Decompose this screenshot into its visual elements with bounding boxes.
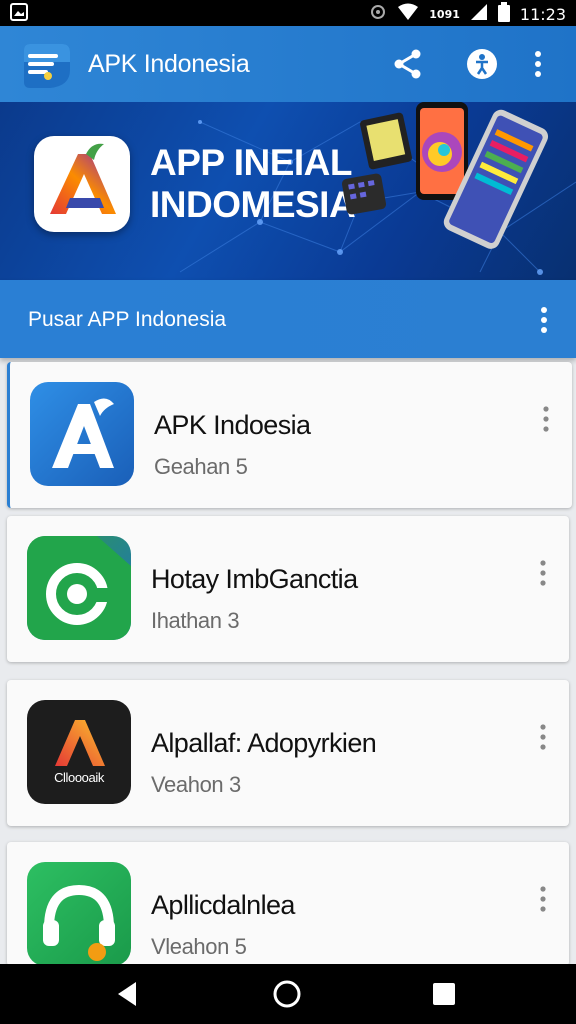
list-item[interactable]: Clloooaik Alpallaf: Adopyrkien Veahon 3	[7, 680, 569, 826]
signal-text: 1091	[429, 7, 460, 21]
list-item[interactable]: Apllicdalnlea Vleahon 5	[7, 842, 569, 966]
app-version: Geahan 5	[154, 454, 248, 479]
app-name: APK Indoesia	[154, 410, 311, 440]
app-version: Vleahon 5	[151, 934, 247, 959]
colorful-a-icon: Clloooaik	[27, 700, 131, 804]
section-title: Pusar APP Indonesia	[28, 308, 227, 331]
vibrate-icon	[369, 3, 387, 25]
battery-icon	[497, 2, 510, 26]
app-name: Apllicdalnlea	[151, 890, 295, 920]
back-icon[interactable]	[112, 978, 144, 1010]
system-nav-bar	[0, 964, 576, 1024]
item-more-icon[interactable]	[535, 722, 551, 752]
clock-text: 11:23	[519, 4, 566, 24]
home-icon[interactable]	[271, 978, 303, 1010]
status-bar: 1091 11:23	[0, 0, 576, 26]
apk-a-icon	[30, 382, 134, 486]
brand-logo-icon	[34, 136, 130, 232]
recents-icon[interactable]	[428, 978, 460, 1010]
app-name: Alpallaf: Adopyrkien	[151, 728, 377, 758]
menu-icon[interactable]	[22, 40, 72, 90]
banner-headline-line2: INDOMESIA	[150, 184, 356, 225]
green-c-icon	[27, 536, 131, 640]
devices-illustration	[341, 102, 549, 249]
accessibility-icon[interactable]	[466, 48, 498, 80]
promo-banner[interactable]: APP INEIAL INDOMESIA	[0, 102, 576, 280]
app-title: APK Indonesia	[88, 50, 250, 78]
app-name: Hotay ImbGanctia	[151, 564, 358, 594]
list-item[interactable]: Hotay ImbGanctia Ihathan 3	[7, 516, 569, 662]
section-more-icon[interactable]	[534, 304, 554, 336]
more-vert-icon[interactable]	[528, 48, 548, 80]
section-header: Pusar APP Indonesia	[0, 280, 576, 358]
share-icon[interactable]	[392, 48, 424, 80]
headset-icon	[27, 862, 131, 966]
image-icon	[10, 3, 28, 25]
item-more-icon[interactable]	[538, 404, 554, 434]
app-version: Ihathan 3	[151, 608, 240, 633]
banner-headline-line1: APP INEIAL	[150, 142, 352, 183]
wifi-icon	[397, 3, 419, 25]
app-bar: APK Indonesia	[0, 26, 576, 102]
list-item[interactable]: APK Indoesia Geahan 5	[7, 362, 572, 508]
banner-headline: APP INEIAL INDOMESIA	[150, 142, 356, 226]
app-icon-label: Clloooaik	[54, 770, 104, 785]
app-version: Veahon 3	[151, 772, 241, 797]
signal-icon	[470, 3, 488, 25]
item-more-icon[interactable]	[535, 558, 551, 588]
item-more-icon[interactable]	[535, 884, 551, 914]
